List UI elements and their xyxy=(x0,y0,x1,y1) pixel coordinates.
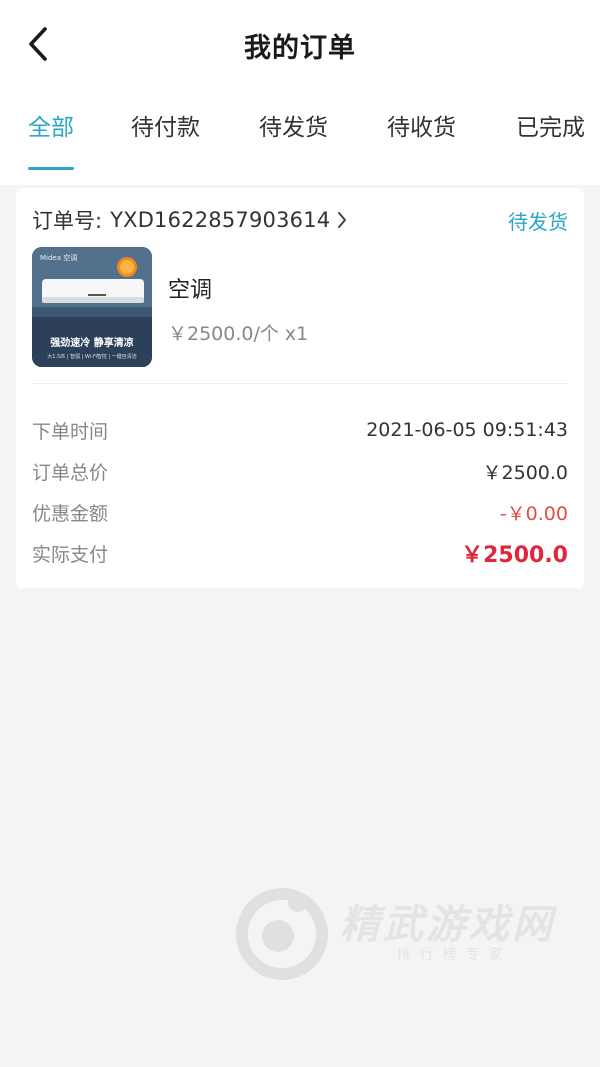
air-conditioner-image: Midea 空调 强劲速冷 静享清凉 大1.5匹 | 智弧 | Wi-Fi智控 … xyxy=(32,247,152,367)
order-total-value: ￥2500.0 xyxy=(482,461,568,484)
order-total-label: 订单总价 xyxy=(32,461,109,484)
page-title: 我的订单 xyxy=(244,33,356,64)
navigation-bar: 我的订单 xyxy=(0,0,600,92)
discount-label: 优惠金额 xyxy=(32,502,109,525)
tab-label: 已完成 xyxy=(516,115,585,141)
tab-label: 待付款 xyxy=(131,115,200,141)
actual-payment-label: 实际支付 xyxy=(32,543,109,566)
tab-pending-payment[interactable]: 待付款 xyxy=(131,108,200,172)
active-tab-indicator xyxy=(28,167,74,170)
product-name: 空调 xyxy=(168,278,213,303)
order-time-label: 下单时间 xyxy=(32,420,109,443)
tab-pending-shipment[interactable]: 待发货 xyxy=(259,108,328,172)
image-brand-text: Midea 空调 xyxy=(40,253,77,262)
order-number-label: 订单号: xyxy=(32,209,103,233)
discount-row: 优惠金额 -￥0.00 xyxy=(32,497,568,527)
product-image[interactable]: Midea 空调 强劲速冷 静享清凉 大1.5匹 | 智弧 | Wi-Fi智控 … xyxy=(32,247,152,367)
actual-payment-row: 实际支付 ￥2500.0 xyxy=(32,538,568,568)
order-time-value: 2021-06-05 09:51:43 xyxy=(366,419,568,441)
tab-label: 全部 xyxy=(28,115,74,141)
order-status-badge: 待发货 xyxy=(508,210,568,234)
order-total-row: 订单总价 ￥2500.0 xyxy=(32,456,568,486)
chevron-right-icon xyxy=(336,210,348,230)
actual-payment-value: ￥2500.0 xyxy=(461,543,568,568)
watermark: 精武游戏网 排行榜专家 xyxy=(232,882,577,982)
tab-pending-receipt[interactable]: 待收货 xyxy=(387,108,456,172)
image-slogan-text: 强劲速冷 静享清凉 xyxy=(50,336,133,349)
order-card[interactable]: 订单号: YXD1622857903614 待发货 Midea 空调 强劲速冷 … xyxy=(16,188,584,588)
watermark-subtitle: 排行榜专家 xyxy=(396,947,512,963)
tab-label: 待收货 xyxy=(387,115,456,141)
divider xyxy=(32,383,568,384)
tab-completed[interactable]: 已完成 xyxy=(516,108,585,172)
discount-value: -￥0.00 xyxy=(499,502,568,525)
watermark-title: 精武游戏网 xyxy=(340,902,555,948)
order-time-row: 下单时间 2021-06-05 09:51:43 xyxy=(32,415,568,445)
order-status-tabs: 全部 待付款 待发货 待收货 已完成 xyxy=(0,108,600,172)
order-number-link[interactable]: 订单号: YXD1622857903614 xyxy=(32,204,568,236)
watermark-logo-icon xyxy=(236,888,328,980)
tab-label: 待发货 xyxy=(259,115,328,141)
image-specs-text: 大1.5匹 | 智弧 | Wi-Fi智控 | 一键自清洁 xyxy=(47,353,136,360)
top-header-area: 我的订单 全部 待付款 待发货 待收货 已完成 xyxy=(0,0,600,185)
product-price-quantity: ￥2500.0/个 x1 xyxy=(168,323,309,345)
order-number-value: YXD1622857903614 xyxy=(110,208,331,232)
tab-all[interactable]: 全部 xyxy=(28,108,74,172)
